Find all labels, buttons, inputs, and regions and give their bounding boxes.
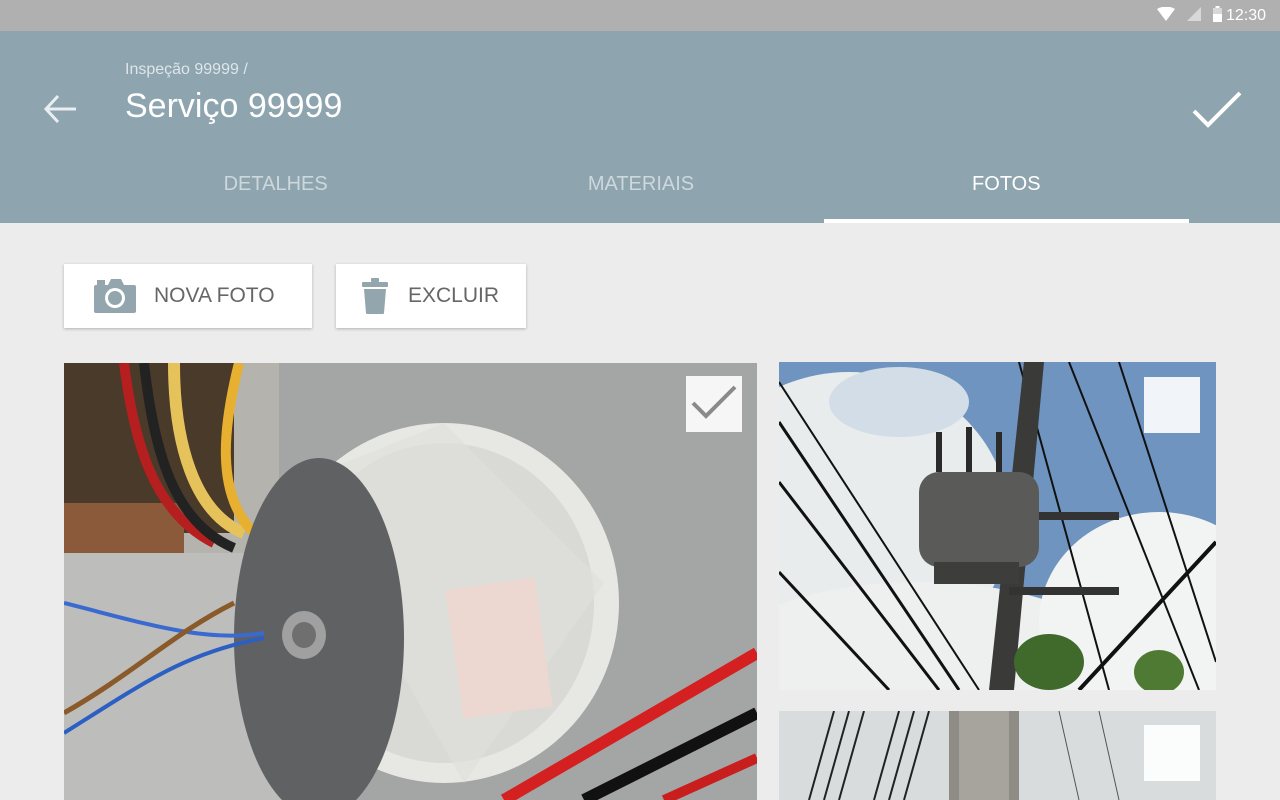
battery-icon [1212, 5, 1222, 27]
new-photo-button[interactable]: NOVA FOTO [64, 264, 312, 328]
check-icon [1191, 89, 1243, 134]
tab-label: FOTOS [972, 173, 1041, 195]
tab-label: MATERIAIS [587, 173, 695, 195]
tab-materiais[interactable]: MATERIAIS [458, 159, 823, 223]
status-bar: 12:30 [0, 0, 1280, 31]
confirm-button[interactable] [1188, 83, 1246, 139]
delete-button[interactable]: EXCLUIR [336, 264, 526, 328]
tab-bar: DETALHES MATERIAIS FOTOS [93, 159, 1190, 223]
new-photo-label: NOVA FOTO [154, 284, 275, 307]
photo-select-checkbox[interactable] [686, 376, 742, 432]
status-icons: 12:30 [1156, 5, 1266, 27]
arrow-left-icon [42, 93, 78, 130]
app-bar: Inspeção 99999 / Serviço 99999 DETALHES … [0, 31, 1280, 223]
back-button[interactable] [36, 89, 84, 133]
photo-image [64, 363, 757, 800]
status-time: 12:30 [1225, 7, 1266, 24]
tab-label: DETALHES [223, 173, 328, 195]
photo-toroidal-transformer[interactable] [64, 363, 757, 800]
breadcrumb[interactable]: Inspeção 99999 / [125, 61, 248, 79]
trash-icon [362, 278, 388, 314]
page-title: Serviço 99999 [125, 87, 343, 125]
photo-select-checkbox[interactable] [1144, 725, 1200, 781]
photo-select-checkbox[interactable] [1144, 377, 1200, 433]
photo-concrete-pole[interactable] [779, 711, 1216, 800]
camera-icon [94, 279, 136, 313]
check-icon [689, 383, 739, 426]
signal-icon [1186, 6, 1201, 26]
tab-detalhes[interactable]: DETALHES [93, 159, 458, 223]
wifi-icon [1156, 6, 1175, 26]
delete-label: EXCLUIR [408, 284, 500, 307]
photo-pole-transformer[interactable] [779, 362, 1216, 690]
tab-fotos[interactable]: FOTOS [823, 159, 1190, 223]
